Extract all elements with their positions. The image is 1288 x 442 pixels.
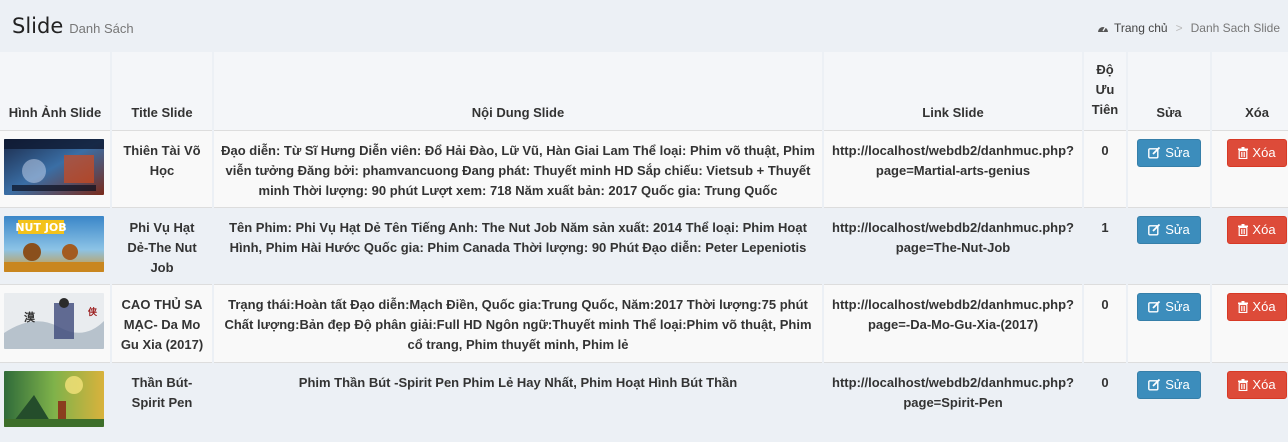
- trash-icon: [1238, 301, 1249, 313]
- page-subtitle: Danh Sách: [69, 21, 134, 36]
- delete-button[interactable]: Xóa: [1227, 139, 1287, 167]
- slide-content: Phim Thần Bút -Spirit Pen Phim Lẻ Hay Nh…: [214, 362, 822, 438]
- edit-button[interactable]: Sửa: [1137, 371, 1201, 399]
- table-header-row: Hình Ảnh Slide Title Slide Nội Dung Slid…: [0, 52, 1288, 130]
- slide-content: Tên Phim: Phi Vụ Hạt Dẻ Tên Tiếng Anh: T…: [214, 207, 822, 284]
- slide-table: Hình Ảnh Slide Title Slide Nội Dung Slid…: [0, 52, 1288, 438]
- svg-text:漠: 漠: [24, 310, 36, 324]
- edit-icon: [1148, 301, 1161, 313]
- col-header-delete: Xóa: [1212, 52, 1288, 130]
- slide-content: Trạng thái:Hoàn tất Đạo diễn:Mạch Điền, …: [214, 284, 822, 362]
- svg-text:NUT JOB: NUT JOB: [15, 221, 66, 234]
- edit-button[interactable]: Sửa: [1137, 293, 1201, 321]
- breadcrumb: Trang chủ > Danh Sach Slide: [1097, 21, 1280, 35]
- slide-title: Thiên Tài Võ Học: [112, 130, 212, 207]
- trash-icon: [1238, 224, 1249, 236]
- col-header-image: Hình Ảnh Slide: [0, 52, 110, 130]
- dashboard-icon: [1098, 26, 1108, 32]
- edit-icon: [1148, 147, 1161, 159]
- delete-button[interactable]: Xóa: [1227, 293, 1287, 321]
- trash-icon: [1238, 147, 1249, 159]
- breadcrumb-separator: >: [1175, 21, 1183, 35]
- col-header-content: Nội Dung Slide: [214, 52, 822, 130]
- slide-priority: 1: [1084, 207, 1126, 284]
- slide-thumbnail: 漠 侠: [4, 293, 104, 349]
- slide-content: Đạo diễn: Từ Sĩ Hưng Diễn viên: Đổ Hải Đ…: [214, 130, 822, 207]
- svg-text:侠: 侠: [88, 306, 98, 318]
- col-header-title: Title Slide: [112, 52, 212, 130]
- slide-priority: 0: [1084, 362, 1126, 438]
- slide-priority: 0: [1084, 284, 1126, 362]
- trash-icon: [1238, 379, 1249, 391]
- col-header-edit: Sửa: [1128, 52, 1210, 130]
- slide-thumbnail: NUT JOB: [4, 216, 104, 272]
- table-row: 漠 侠 CAO THỦ SA MẠC- Da Mo Gu Xia (2017) …: [0, 284, 1288, 362]
- slide-thumbnail: [4, 139, 104, 195]
- col-header-link: Link Slide: [824, 52, 1082, 130]
- delete-button[interactable]: Xóa: [1227, 216, 1287, 244]
- edit-icon: [1148, 379, 1161, 391]
- slide-link: http://localhost/webdb2/danhmuc.php?page…: [824, 130, 1082, 207]
- table-row: Thần Bút-Spirit Pen Phim Thần Bút -Spiri…: [0, 362, 1288, 438]
- delete-button[interactable]: Xóa: [1227, 371, 1287, 399]
- content-header: Slide Danh Sách Trang chủ > Danh Sach Sli…: [0, 0, 1288, 52]
- breadcrumb-current: Danh Sach Slide: [1190, 21, 1280, 35]
- slide-title: Phi Vụ Hạt Dẻ-The Nut Job: [112, 207, 212, 284]
- page-title: Slide Danh Sách: [12, 14, 134, 38]
- slide-priority: 0: [1084, 130, 1126, 207]
- breadcrumb-home-link[interactable]: Trang chủ: [1114, 21, 1168, 35]
- slide-thumbnail: [4, 371, 104, 427]
- slide-title: Thần Bút-Spirit Pen: [112, 362, 212, 438]
- edit-button[interactable]: Sửa: [1137, 216, 1201, 244]
- edit-icon: [1148, 224, 1161, 236]
- slide-link: http://localhost/webdb2/danhmuc.php?page…: [824, 207, 1082, 284]
- slide-title: CAO THỦ SA MẠC- Da Mo Gu Xia (2017): [112, 284, 212, 362]
- slide-link: http://localhost/webdb2/danhmuc.php?page…: [824, 284, 1082, 362]
- col-header-priority: Độ Ưu Tiên: [1084, 52, 1126, 130]
- table-row: Thiên Tài Võ Học Đạo diễn: Từ Sĩ Hưng Di…: [0, 130, 1288, 207]
- edit-button[interactable]: Sửa: [1137, 139, 1201, 167]
- table-row: NUT JOB Phi Vụ Hạt Dẻ-The Nut Job Tên Ph…: [0, 207, 1288, 284]
- slide-link: http://localhost/webdb2/danhmuc.php?page…: [824, 362, 1082, 438]
